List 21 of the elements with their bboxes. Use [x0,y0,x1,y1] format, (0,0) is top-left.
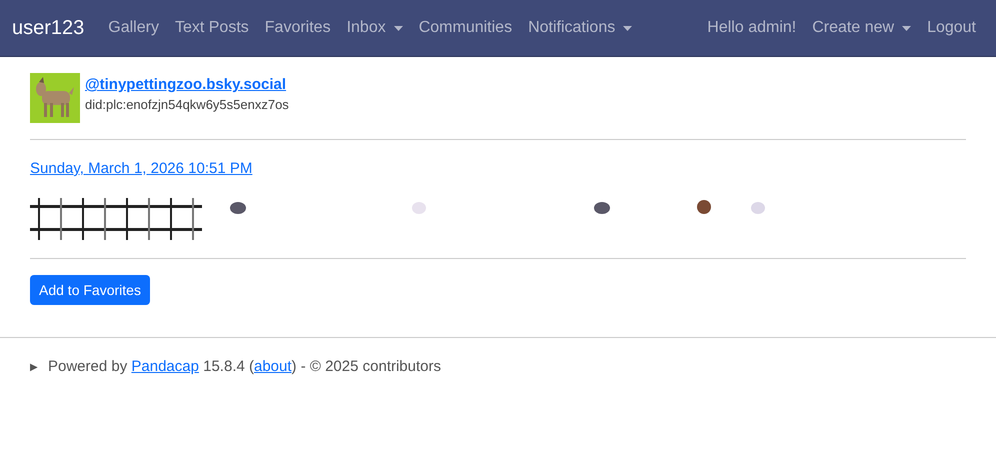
author-handle-link[interactable]: @tinypettingzoo.bsky.social [85,76,289,93]
add-to-favorites-button[interactable]: Add to Favorites [30,275,150,305]
expand-toggle[interactable]: ▶ [30,360,38,372]
about-link[interactable]: about [254,358,292,375]
nav-link[interactable]: Communities [410,11,520,45]
pandacap-link[interactable]: Pandacap [131,358,199,375]
nav-link[interactable]: Gallery [100,11,167,45]
nav-link[interactable]: Logout [919,11,984,45]
footer-text: Powered by Pandacap 15.8.4 (about) - © 2025 contributors [48,358,441,375]
nav-link[interactable]: Favorites [256,11,339,45]
caret-icon [394,26,403,30]
author-did: did:plc:enofzjn54qkw6y5s5enxz7os [85,97,289,112]
nav-dropdown[interactable]: Create new [804,11,920,45]
greeting-text: Hello admin! [706,18,798,38]
nav-link[interactable]: Text Posts [166,11,257,45]
nav-dropdown[interactable]: Notifications [520,11,640,45]
nav-dropdown[interactable]: Inbox [338,11,411,45]
date-link[interactable]: Sunday, March 1, 2026 10:51 PM [30,160,252,177]
caret-icon [623,26,632,30]
brand-link[interactable]: user123 [12,16,84,40]
caret-icon [902,26,912,30]
